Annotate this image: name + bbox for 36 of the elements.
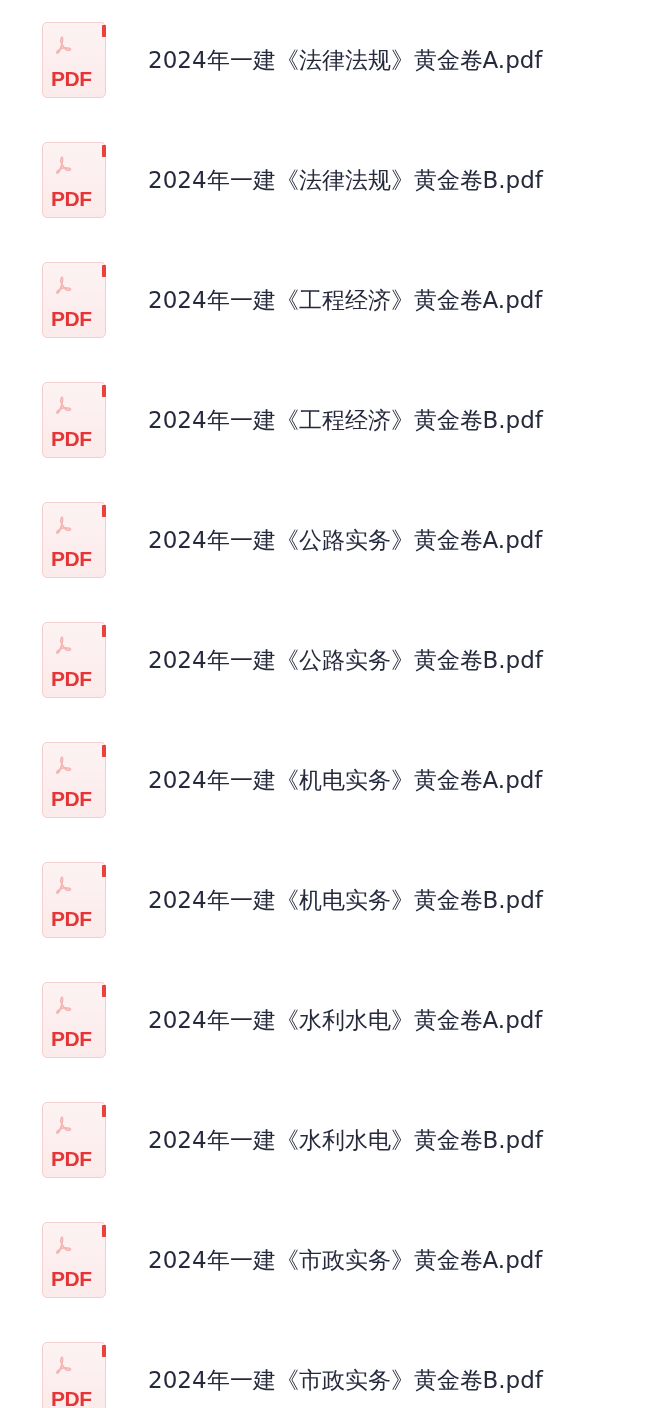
file-type-label: PDF xyxy=(51,548,92,570)
file-type-label: PDF xyxy=(51,188,92,210)
acrobat-icon xyxy=(53,1115,73,1135)
acrobat-icon xyxy=(53,995,73,1015)
file-type-label: PDF xyxy=(51,788,92,810)
acrobat-icon xyxy=(53,875,73,895)
acrobat-icon xyxy=(53,755,73,775)
acrobat-icon xyxy=(53,1355,73,1375)
acrobat-icon xyxy=(53,635,73,655)
file-name[interactable]: 2024年一建《公路实务》黄金卷B.pdf xyxy=(148,644,543,676)
acrobat-icon xyxy=(53,155,73,175)
file-name[interactable]: 2024年一建《工程经济》黄金卷A.pdf xyxy=(148,284,543,316)
file-type-label: PDF xyxy=(51,668,92,690)
file-name[interactable]: 2024年一建《市政实务》黄金卷A.pdf xyxy=(148,1244,543,1276)
file-name[interactable]: 2024年一建《公路实务》黄金卷A.pdf xyxy=(148,524,543,556)
file-name[interactable]: 2024年一建《机电实务》黄金卷A.pdf xyxy=(148,764,543,796)
file-name[interactable]: 2024年一建《水利水电》黄金卷B.pdf xyxy=(148,1124,543,1156)
file-type-label: PDF xyxy=(51,68,92,90)
file-name[interactable]: 2024年一建《水利水电》黄金卷A.pdf xyxy=(148,1004,543,1036)
acrobat-icon xyxy=(53,1235,73,1255)
acrobat-icon xyxy=(53,395,73,415)
file-type-label: PDF xyxy=(51,308,92,330)
acrobat-icon xyxy=(53,35,73,55)
file-name[interactable]: 2024年一建《法律法规》黄金卷A.pdf xyxy=(148,44,543,76)
file-type-label: PDF xyxy=(51,1028,92,1050)
file-type-label: PDF xyxy=(51,1148,92,1170)
file-type-label: PDF xyxy=(51,908,92,930)
file-type-label: PDF xyxy=(51,428,92,450)
file-name[interactable]: 2024年一建《工程经济》黄金卷B.pdf xyxy=(148,404,543,436)
acrobat-icon xyxy=(53,275,73,295)
file-type-label: PDF xyxy=(51,1268,92,1290)
file-name[interactable]: 2024年一建《市政实务》黄金卷B.pdf xyxy=(148,1364,543,1396)
file-type-label: PDF xyxy=(51,1388,92,1408)
acrobat-icon xyxy=(53,515,73,535)
file-name[interactable]: 2024年一建《法律法规》黄金卷B.pdf xyxy=(148,164,543,196)
file-name[interactable]: 2024年一建《机电实务》黄金卷B.pdf xyxy=(148,884,543,916)
